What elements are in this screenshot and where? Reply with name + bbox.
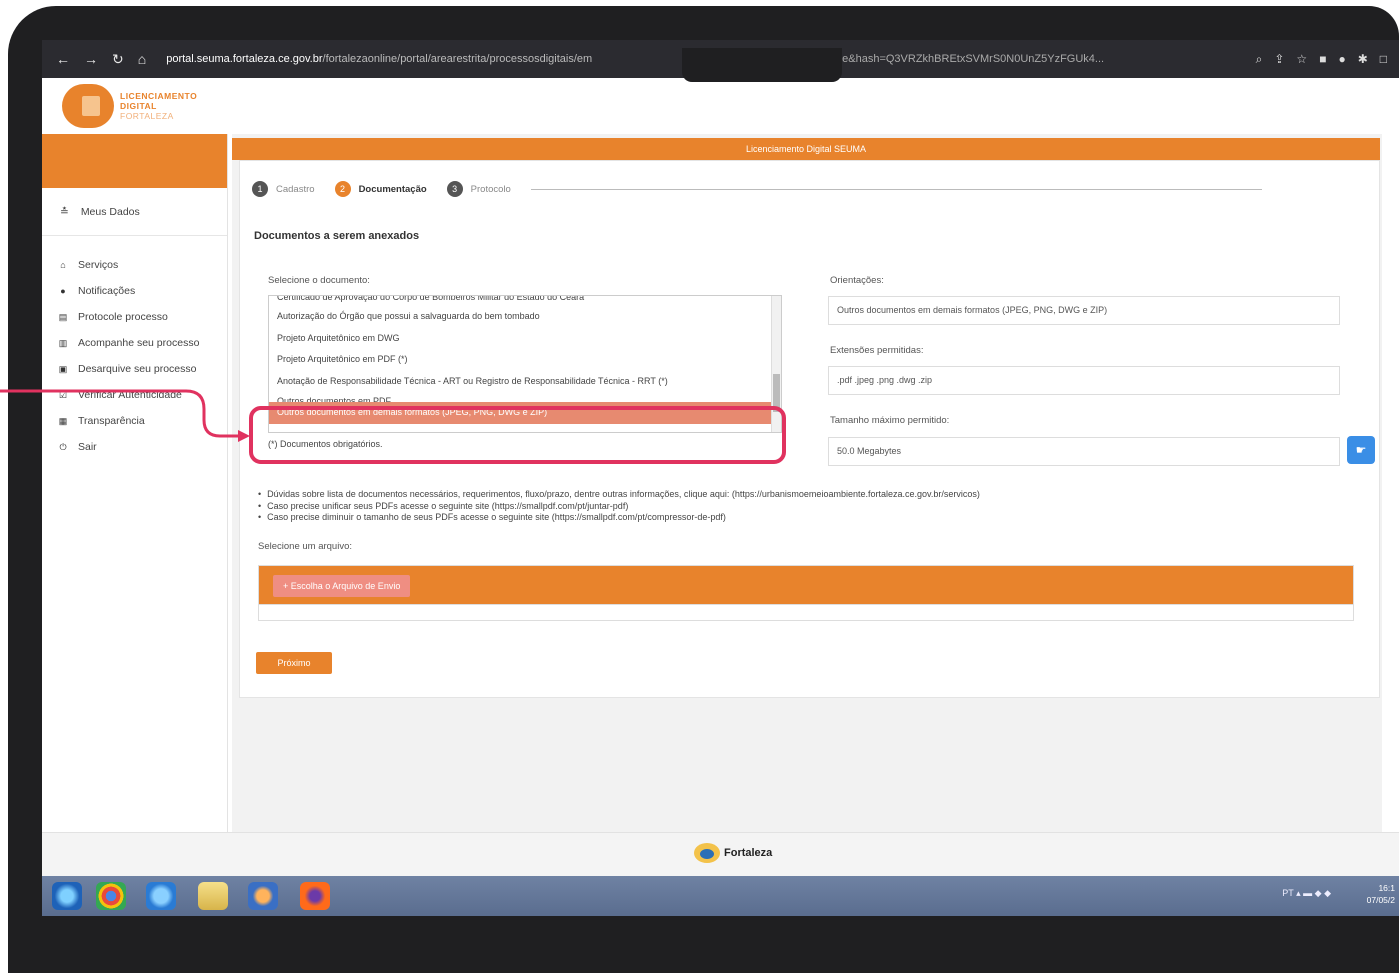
highlight-box (249, 406, 786, 464)
clock-time: 16:1 (1378, 883, 1395, 893)
clock[interactable]: 16:1 07/05/2 (1367, 882, 1395, 906)
list-item[interactable]: Caso precise diminuir o tamanho de seus … (258, 512, 980, 524)
puzzle-icon[interactable]: ✱ (1358, 52, 1368, 67)
footer-logo: Fortaleza (694, 843, 772, 863)
star-icon[interactable]: ☆ (1296, 52, 1307, 67)
info-list: Dúvidas sobre lista de documentos necess… (258, 489, 980, 524)
step-documentacao[interactable]: Documentação (359, 184, 427, 195)
city-logo-icon (694, 843, 720, 863)
window-icon[interactable]: □ (1380, 52, 1387, 67)
step-number: 2 (334, 181, 351, 197)
extension-icon[interactable]: ■ (1319, 52, 1326, 67)
language-indicator[interactable]: PT (1282, 888, 1293, 898)
firefox-icon[interactable] (300, 882, 330, 910)
file-list-area (258, 605, 1354, 621)
tamanho-label: Tamanho máximo permitido: (830, 415, 950, 426)
list-item[interactable]: Projeto Arquitetônico em PDF (*) (269, 349, 781, 371)
list-item[interactable]: Anotação de Responsabilidade Técnica - A… (269, 371, 781, 393)
extensoes-field: .pdf .jpeg .png .dwg .zip (828, 366, 1340, 395)
stepper-line (530, 188, 1262, 190)
ie-icon[interactable] (146, 882, 176, 910)
list-item[interactable]: Dúvidas sobre lista de documentos necess… (258, 489, 980, 501)
list-item[interactable]: Outros documentos em PDF (269, 392, 781, 402)
system-tray: PT ▴ ▬ ◆ ◆ (1282, 888, 1331, 898)
section-title: Documentos a serem anexados (254, 230, 420, 242)
list-item[interactable]: Certificado de Aprovação do Corpo de Bom… (269, 296, 781, 306)
stepper: 1 Cadastro 2 Documentação 3 Protocolo (252, 181, 1262, 197)
main-content: Licenciamento Digital SEUMA 1 Cadastro 2… (232, 134, 1382, 832)
footer: Fortaleza (42, 832, 1399, 876)
file-upload-panel: + Escolha o Arquivo de Envio (258, 565, 1354, 605)
tamanho-field: 50.0 Megabytes (828, 437, 1340, 466)
hand-pointer-icon: ☛ (1355, 443, 1367, 457)
share-icon[interactable]: ⇪ (1274, 52, 1284, 67)
folder-icon[interactable] (198, 882, 228, 910)
orientacoes-label: Orientações: (830, 275, 884, 286)
page-title: Licenciamento Digital SEUMA (232, 138, 1380, 160)
step-cadastro[interactable]: Cadastro (276, 184, 315, 195)
search-icon[interactable]: ⌕ (1256, 52, 1263, 67)
extensoes-label: Extensões permitidas: (830, 345, 924, 356)
step-protocolo[interactable]: Protocolo (471, 184, 511, 195)
camera-notch (682, 48, 842, 82)
help-button[interactable]: ☛ (1347, 436, 1375, 464)
choose-file-button[interactable]: + Escolha o Arquivo de Envio (273, 575, 411, 597)
start-icon[interactable] (52, 882, 82, 910)
orientacoes-field: Outros documentos em demais formatos (JP… (828, 296, 1340, 325)
taskbar: PT ▴ ▬ ◆ ◆ 16:1 07/05/2 (42, 876, 1399, 916)
chrome-icon[interactable] (96, 882, 126, 910)
extensions-area: ⌕ ⇪ ☆ ■ ● ✱ □ (1256, 52, 1399, 67)
footer-brand: Fortaleza (724, 847, 773, 859)
clock-date: 07/05/2 (1366, 895, 1395, 905)
file-label: Selecione um arquivo: (258, 541, 352, 552)
next-button[interactable]: Próximo (256, 652, 332, 674)
media-player-icon[interactable] (248, 882, 278, 910)
document-select-label: Selecione o documento: (268, 275, 370, 286)
list-item[interactable]: Caso precise unificar seus PDFs acesse o… (258, 501, 980, 513)
url-path: /fortalezaonline/portal/arearestrita/pro… (322, 53, 593, 65)
extension-icon[interactable]: ● (1338, 52, 1345, 67)
annotation-arrow (0, 389, 250, 442)
step-number: 3 (446, 181, 463, 197)
list-item[interactable]: Autorização do Órgão que possui a salvag… (269, 306, 781, 328)
list-item[interactable]: Projeto Arquitetônico em DWG (269, 328, 781, 350)
